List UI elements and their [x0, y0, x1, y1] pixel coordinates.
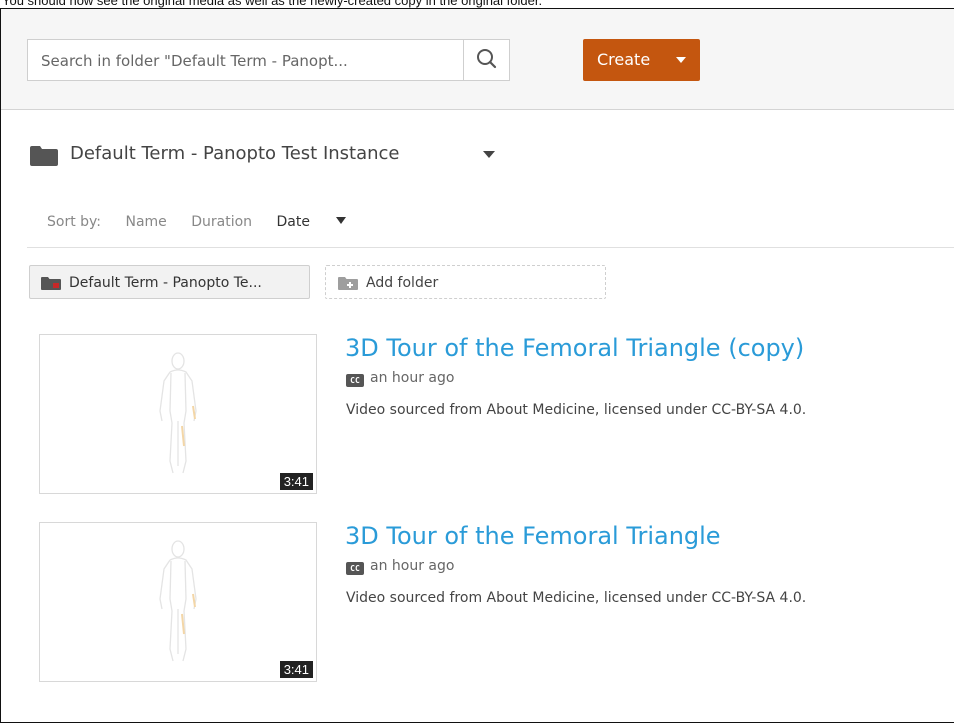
search-button[interactable]	[463, 40, 509, 80]
folder-dropdown-icon[interactable]	[483, 151, 495, 158]
search-input[interactable]: Search in folder "Default Term - Panopt.…	[27, 39, 510, 81]
current-folder-chip[interactable]: Default Term - Panopto Te...	[29, 265, 310, 299]
duration-badge: 3:41	[279, 661, 313, 678]
current-folder-label: Default Term - Panopto Te...	[69, 275, 262, 291]
sort-label: Sort by:	[47, 214, 102, 230]
sort-option-date[interactable]: Date	[277, 214, 366, 230]
instruction-caption: You should now see the original media as…	[2, 0, 543, 8]
session-description: Video sourced from About Medicine, licen…	[346, 402, 807, 418]
session-title-link[interactable]: 3D Tour of the Femoral Triangle (copy)	[345, 334, 804, 362]
session-item[interactable]: 3:41 3D Tour of the Femoral Triangle CC a…	[39, 522, 939, 684]
search-icon	[477, 49, 497, 69]
anatomy-figure-thumbnail	[159, 540, 197, 662]
create-button[interactable]: Create	[583, 39, 700, 81]
add-folder-label: Add folder	[366, 275, 439, 291]
closed-captions-icon: CC	[346, 374, 364, 387]
session-time: an hour ago	[370, 370, 455, 386]
folder-icon	[30, 146, 58, 166]
panopto-folder-view: Search in folder "Default Term - Panopt.…	[0, 8, 954, 723]
session-title-link[interactable]: 3D Tour of the Femoral Triangle	[345, 522, 721, 550]
closed-captions-icon: CC	[346, 562, 364, 575]
duration-badge: 3:41	[279, 473, 313, 490]
session-description: Video sourced from About Medicine, licen…	[346, 590, 807, 606]
session-item[interactable]: 3:41 3D Tour of the Femoral Triangle (co…	[39, 334, 939, 496]
session-thumbnail[interactable]: 3:41	[39, 334, 317, 494]
sort-option-date-label: Date	[276, 214, 310, 230]
session-meta: CC an hour ago	[346, 558, 454, 575]
search-placeholder: Search in folder "Default Term - Panopt.…	[41, 52, 348, 70]
add-folder-icon	[338, 277, 358, 290]
anatomy-figure-thumbnail	[159, 352, 197, 474]
caret-down-icon	[676, 57, 686, 63]
create-button-label: Create	[597, 50, 651, 69]
session-time: an hour ago	[370, 558, 455, 574]
divider	[27, 247, 954, 248]
folder-title-label: Default Term - Panopto Test Instance	[70, 143, 400, 164]
sort-option-name[interactable]: Name	[125, 214, 166, 230]
session-meta: CC an hour ago	[346, 370, 454, 387]
sort-desc-icon	[335, 217, 346, 224]
sort-bar: Sort by: Name Duration Date	[47, 214, 386, 230]
sort-option-duration[interactable]: Duration	[191, 214, 252, 230]
folder-red-icon	[41, 277, 61, 290]
session-thumbnail[interactable]: 3:41	[39, 522, 317, 682]
top-toolbar: Search in folder "Default Term - Panopt.…	[1, 9, 954, 110]
add-folder-button[interactable]: Add folder	[325, 265, 606, 299]
